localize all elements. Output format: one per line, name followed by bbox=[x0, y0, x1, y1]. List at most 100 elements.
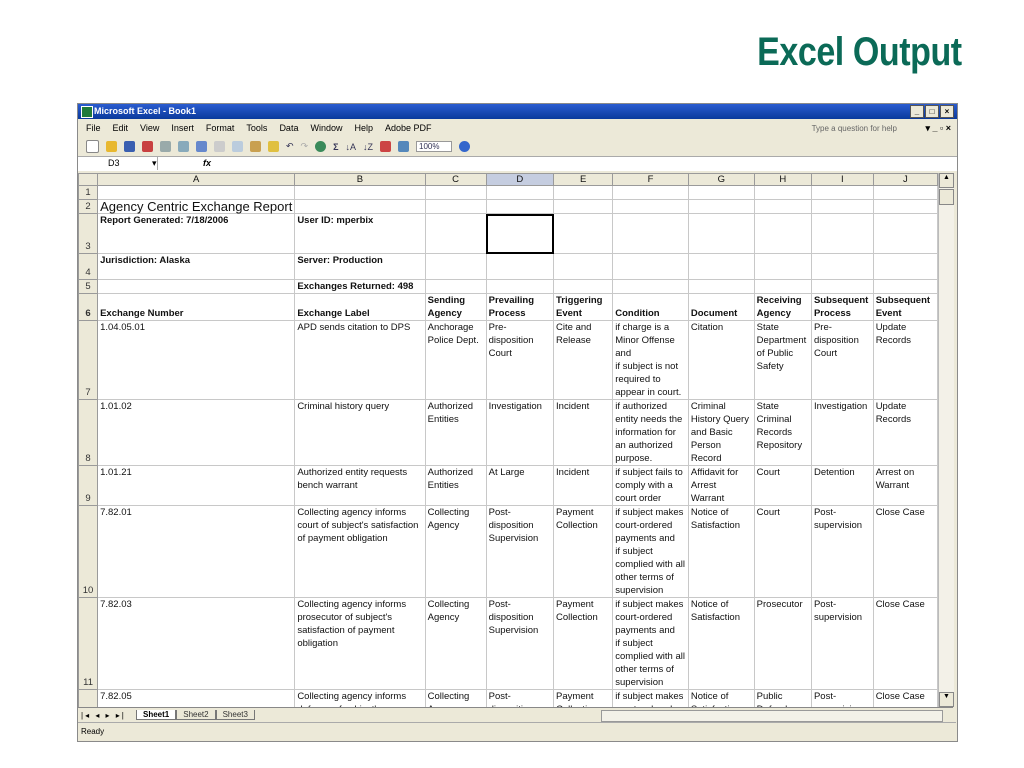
data-cell[interactable]: Criminal History Query and Basic Person … bbox=[687, 399, 755, 466]
cell[interactable] bbox=[424, 213, 487, 254]
cell[interactable] bbox=[294, 199, 426, 214]
scroll-thumb[interactable] bbox=[939, 189, 954, 205]
data-cell[interactable]: 1.01.21 bbox=[97, 465, 296, 506]
data-cell[interactable]: Close Case bbox=[872, 505, 938, 598]
data-cell[interactable]: Criminal history query bbox=[294, 399, 426, 466]
data-cell[interactable]: if subject makes court-ordered payments … bbox=[612, 505, 689, 598]
data-cell[interactable]: Investigation bbox=[485, 399, 555, 466]
menu-adobe-pdf[interactable]: Adobe PDF bbox=[385, 123, 432, 133]
data-cell[interactable]: Pre-disposition Court bbox=[485, 320, 555, 400]
data-cell[interactable]: Court bbox=[753, 505, 812, 598]
column-header-c[interactable]: C bbox=[424, 173, 487, 186]
autosum-icon[interactable]: Σ bbox=[333, 142, 338, 152]
column-header-j[interactable]: J bbox=[872, 173, 938, 186]
row-header-12[interactable]: 12 bbox=[78, 689, 99, 707]
menu-file[interactable]: File bbox=[86, 123, 101, 133]
data-cell[interactable]: Notice of Satisfaction bbox=[687, 689, 755, 707]
cell[interactable] bbox=[97, 185, 296, 200]
cell[interactable] bbox=[872, 253, 938, 280]
cell[interactable] bbox=[872, 185, 938, 200]
data-cell[interactable]: Incident bbox=[553, 399, 614, 466]
cell[interactable] bbox=[753, 199, 812, 214]
data-cell[interactable]: 7.82.01 bbox=[97, 505, 296, 598]
print-icon[interactable] bbox=[160, 141, 171, 152]
name-box[interactable]: D3 ▾ bbox=[78, 157, 158, 170]
cell[interactable] bbox=[485, 253, 555, 280]
open-icon[interactable] bbox=[106, 141, 117, 152]
data-cell[interactable]: Post-disposition Supervision bbox=[485, 505, 555, 598]
help-search-input[interactable]: Type a question for help bbox=[812, 124, 897, 133]
cell[interactable] bbox=[753, 213, 812, 254]
cell[interactable] bbox=[97, 279, 296, 294]
minimize-button[interactable]: _ bbox=[910, 105, 924, 118]
data-cell[interactable]: Arrest on Warrant bbox=[872, 465, 938, 506]
cell[interactable] bbox=[753, 253, 812, 280]
cell[interactable] bbox=[424, 185, 487, 200]
column-header-d[interactable]: D bbox=[485, 173, 555, 186]
column-header-i[interactable]: I bbox=[810, 173, 874, 186]
copy-icon[interactable] bbox=[232, 141, 243, 152]
data-cell[interactable]: Payment Collection bbox=[553, 597, 614, 690]
sort-descending-icon[interactable]: ↓Z bbox=[363, 142, 373, 152]
data-cell[interactable]: State Criminal Records Repository bbox=[753, 399, 812, 466]
row-header-9[interactable]: 9 bbox=[78, 465, 99, 506]
cell[interactable] bbox=[294, 185, 426, 200]
data-cell[interactable]: if subject fails to comply with a court … bbox=[612, 465, 689, 506]
data-cell[interactable]: Collecting agency informs defense of sub… bbox=[294, 689, 426, 707]
menu-tools[interactable]: Tools bbox=[246, 123, 267, 133]
sheet-tab-sheet1[interactable]: Sheet1 bbox=[136, 710, 177, 720]
scroll-down-button[interactable]: ▼ bbox=[939, 692, 954, 707]
workbook-window-controls[interactable]: ▾ _ ▫ × bbox=[926, 123, 951, 134]
undo-icon[interactable]: ↶ bbox=[286, 141, 294, 152]
menu-edit[interactable]: Edit bbox=[113, 123, 129, 133]
data-cell[interactable]: Close Case bbox=[872, 597, 938, 690]
data-cell[interactable]: 1.01.02 bbox=[97, 399, 296, 466]
cell[interactable] bbox=[810, 185, 874, 200]
cell[interactable] bbox=[687, 185, 755, 200]
data-cell[interactable]: Update Records bbox=[872, 320, 938, 400]
data-cell[interactable]: Notice of Satisfaction bbox=[687, 597, 755, 690]
cell[interactable] bbox=[424, 253, 487, 280]
horizontal-scrollbar[interactable] bbox=[601, 710, 943, 722]
cell[interactable] bbox=[810, 279, 874, 294]
cut-icon[interactable] bbox=[214, 141, 225, 152]
cell[interactable] bbox=[553, 279, 614, 294]
data-cell[interactable]: Citation bbox=[687, 320, 755, 400]
data-cell[interactable]: Payment Collection bbox=[553, 689, 614, 707]
row-header-4[interactable]: 4 bbox=[78, 253, 99, 280]
chart-wizard-icon[interactable] bbox=[380, 141, 392, 152]
menu-view[interactable]: View bbox=[140, 123, 159, 133]
column-header-b[interactable]: B bbox=[294, 173, 426, 186]
data-cell[interactable]: State Department of Public Safety bbox=[753, 320, 812, 400]
active-cell-d3[interactable] bbox=[485, 213, 555, 254]
data-cell[interactable]: Post-disposition Supervision bbox=[485, 689, 555, 707]
help-icon[interactable] bbox=[459, 141, 471, 152]
data-cell[interactable]: Update Records bbox=[872, 399, 938, 466]
cell[interactable] bbox=[810, 213, 874, 254]
column-header-a[interactable]: A bbox=[97, 173, 296, 186]
row-header-3[interactable]: 3 bbox=[78, 213, 99, 254]
chevron-down-icon[interactable]: ▾ bbox=[152, 158, 157, 168]
function-icon[interactable]: fx bbox=[203, 157, 211, 170]
print-preview-icon[interactable] bbox=[178, 141, 189, 152]
data-cell[interactable]: Anchorage Police Dept. bbox=[424, 320, 487, 400]
column-header-f[interactable]: F bbox=[612, 173, 689, 186]
new-icon[interactable] bbox=[86, 140, 99, 153]
row-header-6[interactable]: 6 bbox=[78, 293, 99, 321]
row-header-7[interactable]: 7 bbox=[78, 320, 99, 400]
data-cell[interactable]: 1.04.05.01 bbox=[97, 320, 296, 400]
row-header-8[interactable]: 8 bbox=[78, 399, 99, 466]
data-cell[interactable]: Notice of Satisfaction bbox=[687, 505, 755, 598]
cell[interactable] bbox=[753, 185, 812, 200]
data-cell[interactable]: 7.82.03 bbox=[97, 597, 296, 690]
data-cell[interactable]: Payment Collection bbox=[553, 505, 614, 598]
cell[interactable] bbox=[810, 199, 874, 214]
column-header-h[interactable]: H bbox=[753, 173, 812, 186]
menu-help[interactable]: Help bbox=[354, 123, 373, 133]
cell[interactable] bbox=[753, 279, 812, 294]
data-cell[interactable]: Authorized Entities bbox=[424, 399, 487, 466]
cell[interactable] bbox=[687, 279, 755, 294]
spelling-icon[interactable] bbox=[196, 141, 207, 152]
data-cell[interactable]: Prosecutor bbox=[753, 597, 812, 690]
cell[interactable] bbox=[553, 253, 614, 280]
